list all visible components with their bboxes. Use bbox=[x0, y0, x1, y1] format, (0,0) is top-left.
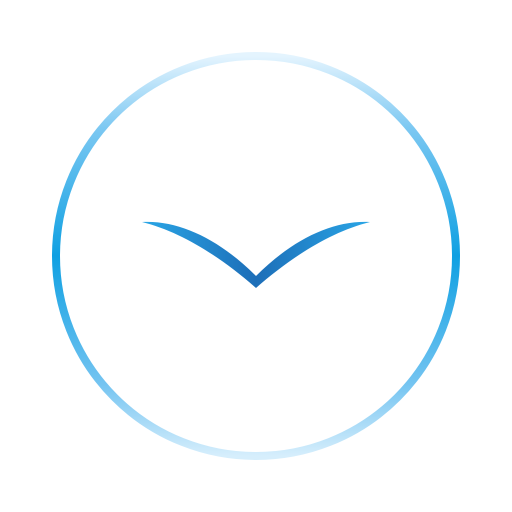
logo-svg bbox=[0, 0, 512, 512]
app-icon bbox=[0, 0, 512, 512]
icon-background bbox=[0, 0, 512, 512]
